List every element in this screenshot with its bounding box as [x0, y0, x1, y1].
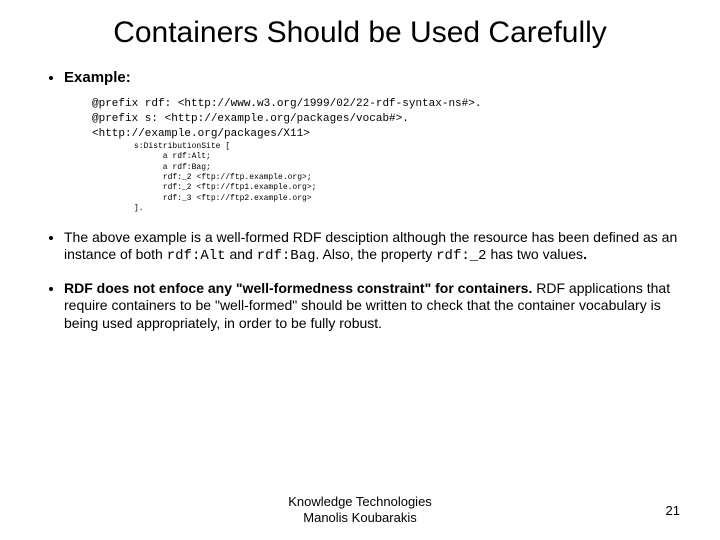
para1-period: . — [583, 246, 587, 262]
page-number: 21 — [666, 503, 680, 518]
bullet-explanation-2: RDF does not enfoce any "well-formedness… — [64, 280, 680, 333]
slide: Containers Should be Used Carefully Exam… — [0, 0, 720, 540]
para1-code-bag: rdf:Bag — [257, 248, 316, 264]
slide-title: Containers Should be Used Carefully — [40, 16, 680, 51]
para1-code-rdf2: rdf:_2 — [436, 248, 486, 264]
bullet-list: Example: @prefix rdf: <http://www.w3.org… — [40, 69, 680, 333]
example-label: Example: — [64, 69, 131, 86]
para1-text-b: and — [226, 246, 257, 262]
footer-line2: Manolis Koubarakis — [303, 510, 416, 525]
para1-text-c: . Also, the property — [316, 246, 437, 262]
footer: Knowledge Technologies Manolis Koubaraki… — [0, 494, 720, 527]
code-block-prefixes: @prefix rdf: <http://www.w3.org/1999/02/… — [92, 97, 680, 142]
footer-line1: Knowledge Technologies — [288, 494, 432, 509]
bullet-explanation-1: The above example is a well-formed RDF d… — [64, 229, 680, 266]
para2-bold: RDF does not enfoce any "well-formedness… — [64, 280, 532, 296]
code-block-body: s:DistributionSite [ a rdf:Alt; a rdf:Ba… — [134, 142, 680, 215]
bullet-example: Example: @prefix rdf: <http://www.w3.org… — [64, 69, 680, 215]
para1-code-alt: rdf:Alt — [167, 248, 226, 264]
para1-text-d: has two values — [487, 246, 584, 262]
